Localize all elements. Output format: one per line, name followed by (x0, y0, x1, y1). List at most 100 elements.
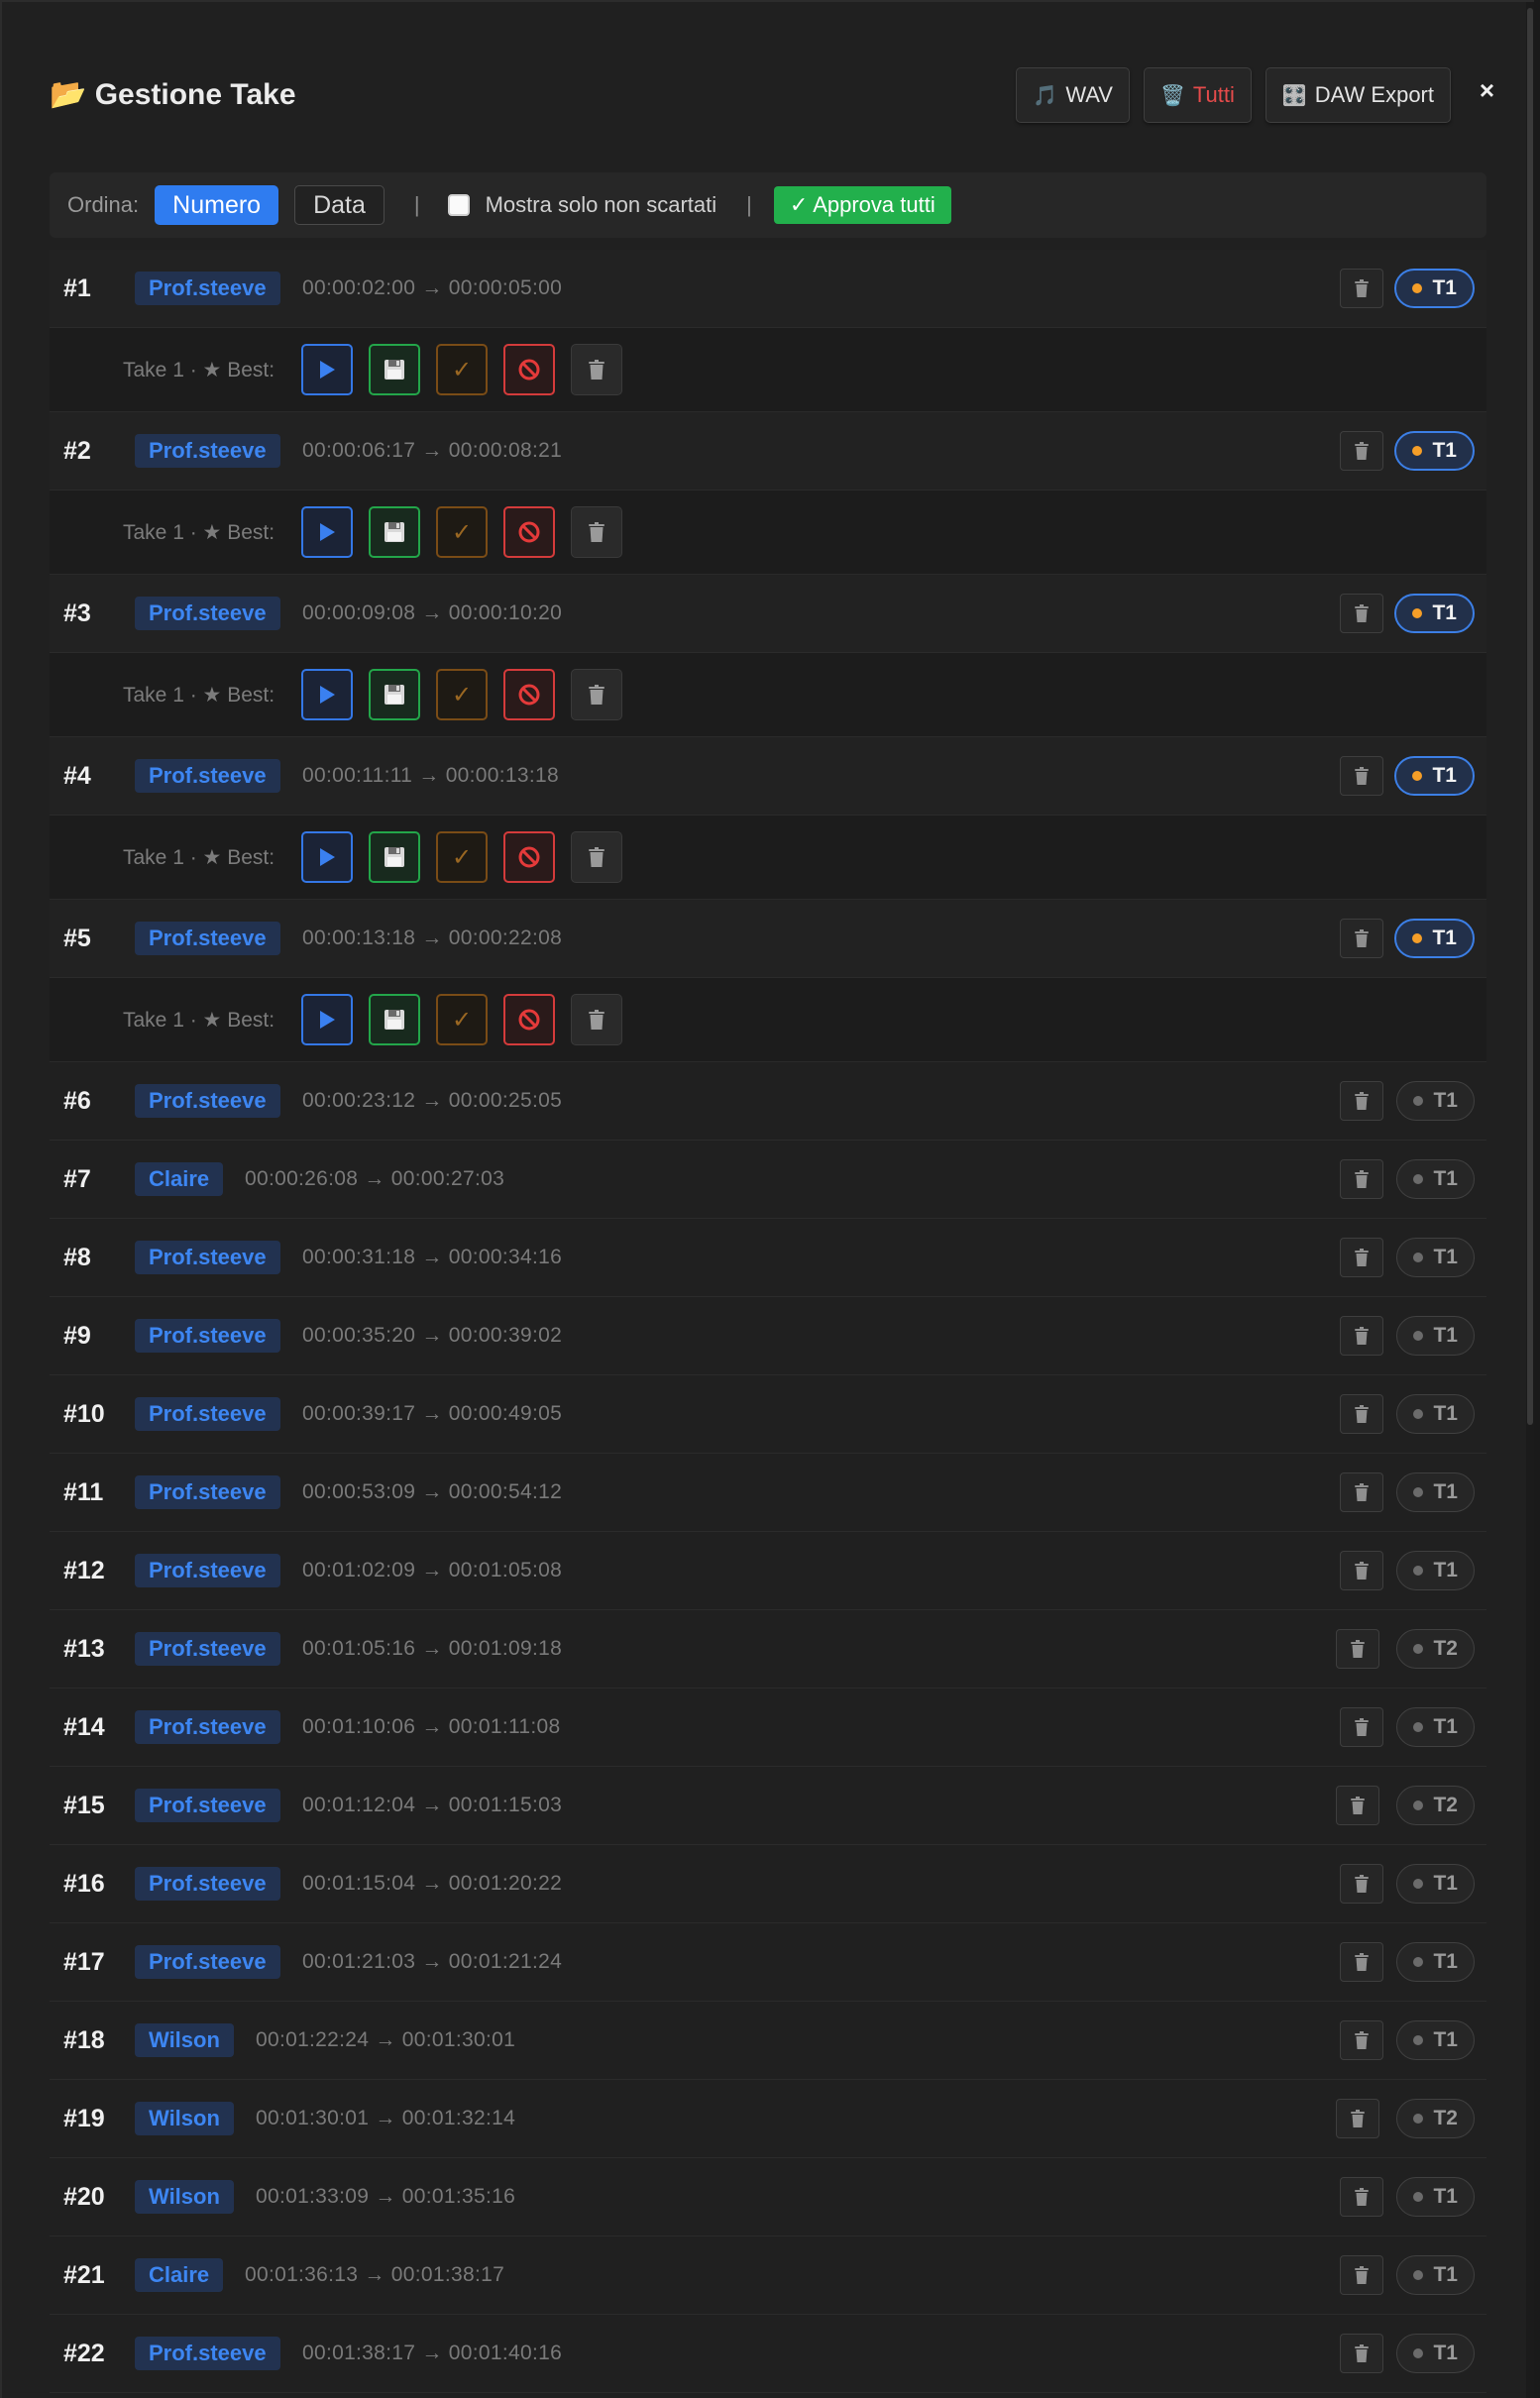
take-selector-pill[interactable]: T2 (1396, 2099, 1475, 2138)
segment-row[interactable]: #16 Prof.steeve 00:01:15:04 → 00:01:20:2… (50, 1845, 1486, 1923)
delete-segment-button[interactable] (1340, 2334, 1383, 2373)
segment-row[interactable]: #4 Prof.steeve 00:00:11:11 → 00:00:13:18… (50, 737, 1486, 816)
speaker-badge[interactable]: Prof.steeve (135, 1945, 280, 1979)
delete-segment-button[interactable] (1340, 1394, 1383, 1434)
speaker-badge[interactable]: Wilson (135, 2023, 234, 2057)
segment-row[interactable]: #8 Prof.steeve 00:00:31:18 → 00:00:34:16… (50, 1219, 1486, 1297)
segment-row[interactable]: #21 Claire 00:01:36:13 → 00:01:38:17 T1 (50, 2236, 1486, 2315)
speaker-badge[interactable]: Prof.steeve (135, 1554, 280, 1587)
segment-row[interactable]: #15 Prof.steeve 00:01:12:04 → 00:01:15:0… (50, 1767, 1486, 1845)
delete-segment-button[interactable] (1340, 431, 1383, 471)
segment-row[interactable]: #10 Prof.steeve 00:00:39:17 → 00:00:49:0… (50, 1375, 1486, 1454)
save-take-button[interactable] (369, 994, 420, 1045)
approve-all-button[interactable]: ✓ Approva tutti (773, 186, 951, 224)
discard-take-button[interactable] (503, 994, 555, 1045)
speaker-badge[interactable]: Prof.steeve (135, 1084, 280, 1118)
delete-segment-button[interactable] (1340, 1316, 1383, 1356)
delete-take-button[interactable] (571, 344, 622, 395)
segment-row[interactable]: #12 Prof.steeve 00:01:02:09 → 00:01:05:0… (50, 1532, 1486, 1610)
take-selector-pill[interactable]: T1 (1396, 2255, 1475, 2295)
speaker-badge[interactable]: Prof.steeve (135, 759, 280, 793)
speaker-badge[interactable]: Prof.steeve (135, 1632, 280, 1666)
speaker-badge[interactable]: Prof.steeve (135, 1867, 280, 1901)
close-icon[interactable]: × (1480, 75, 1494, 106)
segment-row[interactable]: #6 Prof.steeve 00:00:23:12 → 00:00:25:05… (50, 1062, 1486, 1141)
speaker-badge[interactable]: Wilson (135, 2180, 234, 2214)
segment-row[interactable]: #22 Prof.steeve 00:01:38:17 → 00:01:40:1… (50, 2315, 1486, 2393)
discard-take-button[interactable] (503, 344, 555, 395)
delete-segment-button[interactable] (1340, 1159, 1383, 1199)
delete-segment-button[interactable] (1340, 1472, 1383, 1512)
delete-segment-button[interactable] (1340, 756, 1383, 796)
speaker-badge[interactable]: Claire (135, 2258, 224, 2292)
play-take-button[interactable] (301, 344, 353, 395)
daw-export-button[interactable]: 🎛️ DAW Export (1265, 67, 1451, 123)
take-selector-pill[interactable]: T1 (1394, 919, 1475, 958)
segment-row[interactable]: #13 Prof.steeve 00:01:05:16 → 00:01:09:1… (50, 1610, 1486, 1689)
delete-segment-button[interactable] (1340, 1238, 1383, 1277)
speaker-badge[interactable]: Prof.steeve (135, 1241, 280, 1274)
discard-take-button[interactable] (503, 669, 555, 720)
delete-segment-button[interactable] (1340, 269, 1383, 308)
speaker-badge[interactable]: Prof.steeve (135, 1319, 280, 1353)
delete-segment-button[interactable] (1340, 1707, 1383, 1747)
take-selector-pill[interactable]: T2 (1396, 1629, 1475, 1669)
speaker-badge[interactable]: Prof.steeve (135, 2337, 280, 2370)
save-take-button[interactable] (369, 831, 420, 883)
take-selector-pill[interactable]: T1 (1396, 1864, 1475, 1904)
approve-take-button[interactable]: ✓ (436, 994, 488, 1045)
approve-take-button[interactable]: ✓ (436, 831, 488, 883)
segment-row[interactable]: #2 Prof.steeve 00:00:06:17 → 00:00:08:21… (50, 412, 1486, 490)
wav-export-button[interactable]: 🎵 WAV (1016, 67, 1130, 123)
save-take-button[interactable] (369, 506, 420, 558)
delete-segment-button[interactable] (1340, 2020, 1383, 2060)
speaker-badge[interactable]: Claire (135, 1162, 224, 1196)
segment-row[interactable]: #19 Wilson 00:01:30:01 → 00:01:32:14 T2 (50, 2080, 1486, 2158)
discard-take-button[interactable] (503, 506, 555, 558)
take-selector-pill[interactable]: T1 (1396, 1394, 1475, 1434)
take-selector-pill[interactable]: T1 (1396, 1238, 1475, 1277)
take-selector-pill[interactable]: T1 (1396, 1081, 1475, 1121)
speaker-badge[interactable]: Wilson (135, 2102, 234, 2135)
segment-row[interactable]: #5 Prof.steeve 00:00:13:18 → 00:00:22:08… (50, 900, 1486, 978)
scrollbar-thumb[interactable] (1527, 8, 1533, 1425)
delete-segment-button[interactable] (1340, 2255, 1383, 2295)
show-non-discarded-checkbox[interactable] (447, 194, 470, 216)
speaker-badge[interactable]: Prof.steeve (135, 1397, 280, 1431)
speaker-badge[interactable]: Prof.steeve (135, 597, 280, 630)
speaker-badge[interactable]: Prof.steeve (135, 922, 280, 955)
delete-segment-button[interactable] (1340, 1864, 1383, 1904)
sort-by-number-button[interactable]: Numero (155, 185, 279, 225)
segment-row[interactable]: #17 Prof.steeve 00:01:21:03 → 00:01:21:2… (50, 1923, 1486, 2002)
segment-row[interactable]: #20 Wilson 00:01:33:09 → 00:01:35:16 T1 (50, 2158, 1486, 2236)
take-selector-pill[interactable]: T1 (1396, 1942, 1475, 1982)
segment-row[interactable]: #9 Prof.steeve 00:00:35:20 → 00:00:39:02… (50, 1297, 1486, 1375)
take-selector-pill[interactable]: T1 (1396, 1707, 1475, 1747)
delete-segment-button[interactable] (1340, 1081, 1383, 1121)
discard-take-button[interactable] (503, 831, 555, 883)
approve-take-button[interactable]: ✓ (436, 344, 488, 395)
take-selector-pill[interactable]: T1 (1394, 269, 1475, 308)
delete-segment-button[interactable] (1340, 919, 1383, 958)
approve-take-button[interactable]: ✓ (436, 506, 488, 558)
take-selector-pill[interactable]: T2 (1396, 1786, 1475, 1825)
show-non-discarded-label[interactable]: Mostra solo non scartati (486, 192, 717, 218)
scrollbar[interactable] (1526, 2, 1534, 2398)
approve-take-button[interactable]: ✓ (436, 669, 488, 720)
delete-segment-button[interactable] (1336, 1629, 1379, 1669)
play-take-button[interactable] (301, 669, 353, 720)
delete-segment-button[interactable] (1340, 1551, 1383, 1590)
take-selector-pill[interactable]: T1 (1394, 756, 1475, 796)
segment-row[interactable]: #3 Prof.steeve 00:00:09:08 → 00:00:10:20… (50, 575, 1486, 653)
save-take-button[interactable] (369, 669, 420, 720)
delete-segment-button[interactable] (1336, 2099, 1379, 2138)
speaker-badge[interactable]: Prof.steeve (135, 272, 280, 305)
play-take-button[interactable] (301, 831, 353, 883)
take-selector-pill[interactable]: T1 (1396, 2177, 1475, 2217)
segment-row[interactable]: #18 Wilson 00:01:22:24 → 00:01:30:01 T1 (50, 2002, 1486, 2080)
segment-row[interactable]: #1 Prof.steeve 00:00:02:00 → 00:00:05:00… (50, 250, 1486, 328)
delete-all-button[interactable]: 🗑️ Tutti (1143, 67, 1252, 123)
delete-take-button[interactable] (571, 669, 622, 720)
take-selector-pill[interactable]: T1 (1396, 1159, 1475, 1199)
take-selector-pill[interactable]: T1 (1396, 2334, 1475, 2373)
